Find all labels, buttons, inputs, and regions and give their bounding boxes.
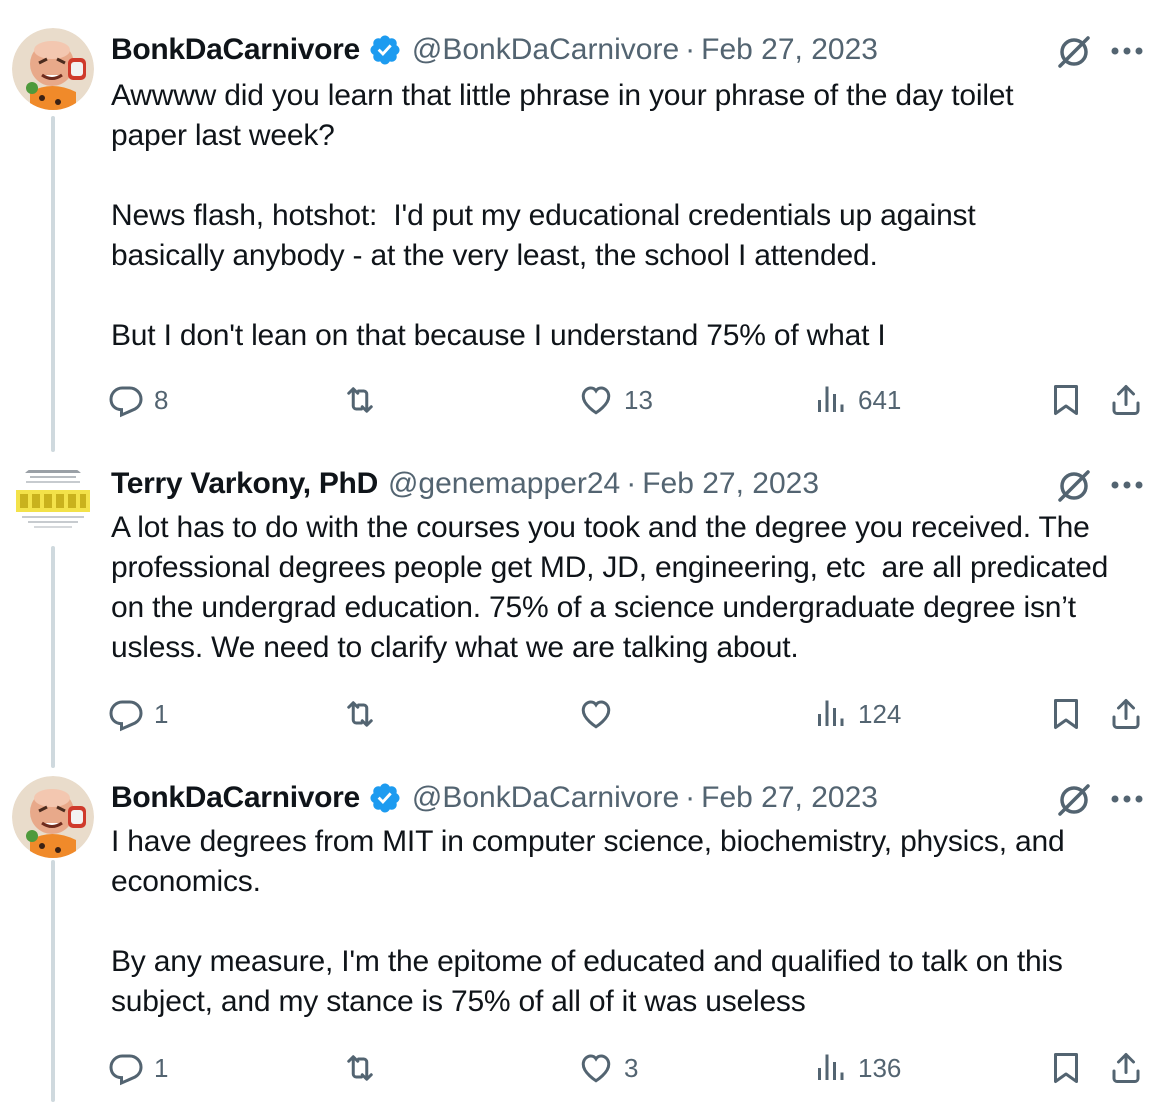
verified-badge-icon[interactable] (368, 33, 402, 67)
reply-button[interactable]: 1 (108, 692, 168, 736)
views-icon (812, 382, 848, 418)
author-handle[interactable]: @genemapper24 (388, 466, 620, 502)
bookmark-icon (1048, 382, 1084, 418)
views-count: 641 (858, 384, 902, 415)
like-icon (578, 696, 614, 732)
tweet-text: I have degrees from MIT in computer scie… (111, 825, 1065, 1018)
tweet-header: Terry Varkony, PhD @genemapper24 · Feb 2… (111, 460, 1060, 508)
share-button[interactable] (1108, 692, 1144, 736)
retweet-icon (342, 382, 378, 418)
tweet-text: Awwww did you learn that little phrase i… (111, 79, 1014, 352)
views-button[interactable]: 641 (812, 378, 901, 422)
verified-badge-icon[interactable] (368, 781, 402, 815)
reply-icon (108, 1050, 144, 1086)
avatar[interactable] (12, 462, 94, 544)
more-icon[interactable] (1110, 794, 1144, 804)
reply-icon (108, 696, 144, 732)
tweet-header: BonkDaCarnivore @BonkDaCarnivore · Feb 2… (111, 26, 1060, 74)
share-icon (1108, 382, 1144, 418)
tweet-header: BonkDaCarnivore @BonkDaCarnivore · Feb 2… (111, 774, 1060, 822)
grok-icon[interactable] (1054, 466, 1094, 506)
reply-icon (108, 382, 144, 418)
retweet-icon (342, 1050, 378, 1086)
retweet-button[interactable] (342, 1046, 388, 1090)
tweet-date[interactable]: Feb 27, 2023 (642, 466, 819, 502)
like-button[interactable]: 3 (578, 1046, 638, 1090)
share-button[interactable] (1108, 1046, 1144, 1090)
retweet-button[interactable] (342, 692, 388, 736)
separator: · (685, 781, 696, 814)
tweet[interactable]: BonkDaCarnivore @BonkDaCarnivore · Feb 2… (0, 26, 1170, 426)
more-icon[interactable] (1110, 46, 1144, 56)
share-icon (1108, 696, 1144, 732)
avatar[interactable] (12, 776, 94, 858)
conversation-thread: BonkDaCarnivore @BonkDaCarnivore · Feb 2… (0, 0, 1170, 1102)
more-icon[interactable] (1110, 480, 1144, 490)
views-icon (812, 696, 848, 732)
tweet-actions: 8 13 641 (0, 378, 1170, 422)
tweet-date[interactable]: Feb 27, 2023 (701, 780, 878, 816)
share-icon (1108, 1050, 1144, 1086)
views-icon (812, 1050, 848, 1086)
tweet-date[interactable]: Feb 27, 2023 (701, 32, 878, 68)
like-button[interactable]: 13 (578, 378, 653, 422)
author-name[interactable]: Terry Varkony, PhD (111, 466, 378, 502)
share-button[interactable] (1108, 378, 1144, 422)
avatar[interactable] (12, 28, 94, 110)
like-count: 3 (624, 1052, 639, 1083)
grok-icon[interactable] (1054, 32, 1094, 72)
grok-icon[interactable] (1054, 780, 1094, 820)
tweet-text: A lot has to do with the courses you too… (111, 511, 1109, 664)
reply-count: 8 (154, 384, 169, 415)
bookmark-button[interactable] (1048, 1046, 1084, 1090)
reply-button[interactable]: 8 (108, 378, 168, 422)
retweet-icon (342, 696, 378, 732)
reply-button[interactable]: 1 (108, 1046, 168, 1090)
views-button[interactable]: 136 (812, 1046, 901, 1090)
tweet-actions: 1 124 (0, 692, 1170, 736)
retweet-button[interactable] (342, 378, 388, 422)
views-count: 124 (858, 698, 902, 729)
like-count: 13 (624, 384, 653, 415)
author-name[interactable]: BonkDaCarnivore (111, 32, 360, 68)
tweet[interactable]: BonkDaCarnivore @BonkDaCarnivore · Feb 2… (0, 774, 1170, 1102)
views-count: 136 (858, 1052, 902, 1083)
author-handle[interactable]: @BonkDaCarnivore (412, 780, 679, 816)
bookmark-button[interactable] (1048, 378, 1084, 422)
tweet[interactable]: Terry Varkony, PhD @genemapper24 · Feb 2… (0, 460, 1170, 750)
tweet-actions: 1 3 136 (0, 1046, 1170, 1090)
separator: · (626, 467, 637, 500)
like-icon (578, 1050, 614, 1086)
bookmark-button[interactable] (1048, 692, 1084, 736)
reply-count: 1 (154, 1052, 169, 1083)
author-handle[interactable]: @BonkDaCarnivore (412, 32, 679, 68)
views-button[interactable]: 124 (812, 692, 901, 736)
like-icon (578, 382, 614, 418)
like-button[interactable] (578, 692, 624, 736)
bookmark-icon (1048, 1050, 1084, 1086)
reply-count: 1 (154, 698, 169, 729)
bookmark-icon (1048, 696, 1084, 732)
author-name[interactable]: BonkDaCarnivore (111, 780, 360, 816)
separator: · (685, 33, 696, 66)
